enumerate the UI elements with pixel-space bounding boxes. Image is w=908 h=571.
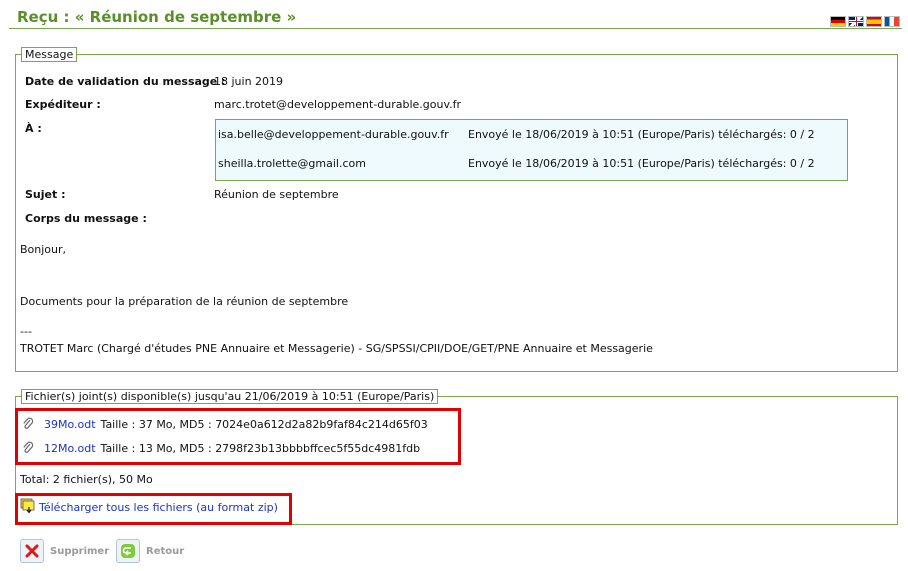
file-info: Taille : 37 Mo, MD5 : 7024e0a612d2a82b9f…	[100, 417, 428, 431]
file-row: 12Mo.odt Taille : 13 Mo, MD5 : 2798f23b1…	[22, 439, 420, 457]
recipients-table: isa.belle@developpement-durable.gouv.fr …	[215, 119, 848, 181]
download-all-link[interactable]: Télécharger tous les fichiers (au format…	[39, 501, 278, 514]
body-line: Bonjour,	[20, 243, 67, 256]
spanish-flag-icon[interactable]	[866, 16, 882, 27]
paperclip-icon	[23, 417, 34, 429]
recipient-email: isa.belle@developpement-durable.gouv.fr	[218, 128, 449, 141]
attachments-panel: Fichier(s) joint(s) disponible(s) jusqu'…	[15, 389, 898, 525]
message-panel: Message Date de validation du message : …	[15, 47, 898, 372]
file-row: 39Mo.odt Taille : 37 Mo, MD5 : 7024e0a61…	[22, 415, 428, 433]
body-line: Documents pour la préparation de la réun…	[20, 295, 349, 308]
file-link[interactable]: 12Mo.odt	[44, 442, 96, 455]
zip-download-icon[interactable]	[20, 498, 36, 514]
recipient-status: Envoyé le 18/06/2019 à 10:51 (Europe/Par…	[468, 157, 815, 170]
delete-label: Supprimer	[50, 545, 110, 557]
delete-button[interactable]: Supprimer	[20, 539, 109, 563]
back-label: Retour	[146, 545, 185, 557]
title-bar: Reçu : « Réunion de septembre »	[9, 6, 902, 29]
subject-label: Sujet :	[25, 188, 66, 201]
subject-value: Réunion de septembre	[214, 188, 339, 201]
file-info: Taille : 13 Mo, MD5 : 2798f23b13bbbbffce…	[100, 441, 421, 455]
recipient-status: Envoyé le 18/06/2019 à 10:51 (Europe/Par…	[468, 128, 815, 141]
body-label: Corps du message :	[25, 212, 147, 225]
attachments-legend: Fichier(s) joint(s) disponible(s) jusqu'…	[21, 389, 439, 404]
french-flag-icon[interactable]	[884, 16, 900, 27]
paperclip-icon	[23, 441, 34, 453]
attachments-list: 39Mo.odt Taille : 37 Mo, MD5 : 7024e0a61…	[15, 408, 461, 465]
sender-label: Expéditeur :	[25, 98, 101, 111]
file-link[interactable]: 39Mo.odt	[44, 418, 96, 431]
sender-value: marc.trotet@developpement-durable.gouv.f…	[214, 98, 462, 111]
recipient-email: sheilla.trolette@gmail.com	[218, 157, 366, 170]
recipient-row: isa.belle@developpement-durable.gouv.fr …	[216, 128, 847, 148]
back-button[interactable]: Retour	[116, 539, 184, 563]
recipient-row: sheilla.trolette@gmail.com Envoyé le 18/…	[216, 157, 847, 177]
page-title: Reçu : « Réunion de septembre »	[17, 8, 297, 26]
download-all-box: Télécharger tous les fichiers (au format…	[15, 493, 292, 525]
body-line: ---	[20, 325, 32, 338]
body-line: TROTET Marc (Chargé d'études PNE Annuair…	[20, 342, 653, 355]
delete-icon	[20, 539, 44, 563]
back-icon	[116, 539, 140, 563]
message-legend: Message	[21, 47, 78, 62]
german-flag-icon[interactable]	[830, 16, 846, 27]
english-flag-icon[interactable]	[848, 16, 864, 27]
date-label: Date de validation du message :	[25, 75, 226, 88]
date-value: 18 juin 2019	[214, 75, 284, 88]
recipients-label: À :	[25, 122, 42, 135]
files-total: Total: 2 fichier(s), 50 Mo	[20, 473, 153, 486]
language-switcher	[830, 16, 900, 27]
